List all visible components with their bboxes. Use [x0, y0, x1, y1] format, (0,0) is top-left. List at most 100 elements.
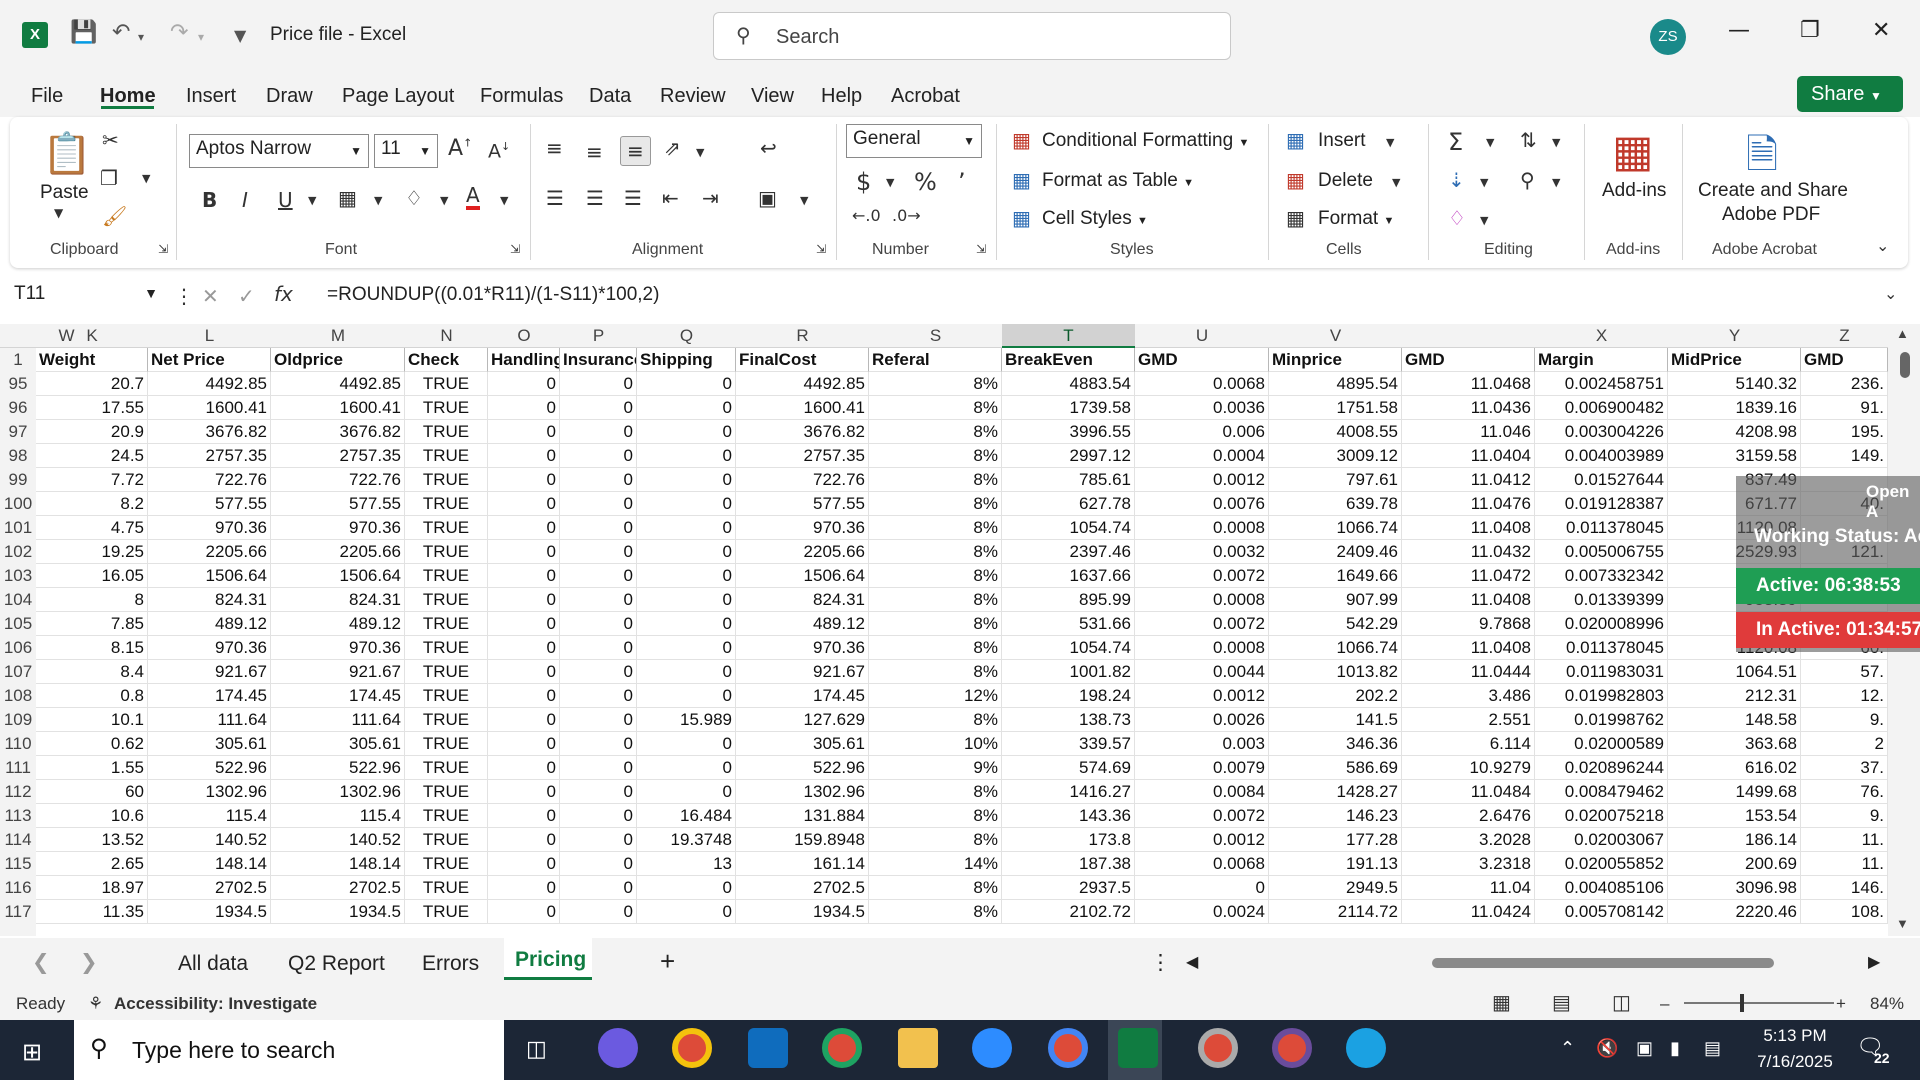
table-cell[interactable]: 1600.41	[271, 396, 405, 420]
table-cell[interactable]: 2702.5	[271, 876, 405, 900]
borders-dropdown-icon[interactable]: ▼	[374, 194, 382, 207]
percent-icon[interactable]: %	[914, 168, 937, 196]
table-cell[interactable]: 9.7868	[1402, 612, 1535, 636]
table-cell[interactable]: 0	[637, 516, 736, 540]
table-cell[interactable]: 1428.27	[1269, 780, 1402, 804]
table-cell[interactable]: 0	[637, 660, 736, 684]
row-header[interactable]: 114	[0, 828, 36, 852]
tab-home[interactable]: Home	[100, 85, 156, 108]
table-cell[interactable]: 11.0424	[1402, 900, 1535, 924]
table-cell[interactable]: 187.38	[1002, 852, 1135, 876]
table-cell[interactable]: 7.85	[36, 612, 148, 636]
table-cell[interactable]: 8	[36, 588, 148, 612]
customize-toolbar-icon[interactable]: ▼	[234, 26, 246, 45]
header-cell[interactable]: BreakEven	[1002, 348, 1135, 372]
table-cell[interactable]: 15.989	[637, 708, 736, 732]
table-cell[interactable]: 0	[488, 684, 560, 708]
table-cell[interactable]: 115.4	[271, 804, 405, 828]
table-cell[interactable]: 0.005006755	[1535, 540, 1668, 564]
table-cell[interactable]: 0	[560, 684, 637, 708]
table-cell[interactable]: TRUE	[405, 612, 488, 636]
table-cell[interactable]: 0.0012	[1135, 828, 1269, 852]
table-cell[interactable]: 4883.54	[1002, 372, 1135, 396]
table-cell[interactable]: TRUE	[405, 876, 488, 900]
decrease-indent-icon[interactable]: ⇤	[662, 186, 679, 210]
table-cell[interactable]: 0.0036	[1135, 396, 1269, 420]
table-cell[interactable]: 198.24	[1002, 684, 1135, 708]
table-cell[interactable]: 138.73	[1002, 708, 1135, 732]
header-cell[interactable]: MidPrice	[1668, 348, 1801, 372]
header-cell[interactable]: Weight	[36, 348, 148, 372]
tab-view[interactable]: View	[751, 85, 794, 108]
table-cell[interactable]: 8%	[869, 876, 1002, 900]
autosum-dropdown-icon[interactable]: ▼	[1486, 136, 1494, 149]
comma-style-icon[interactable]: ’	[958, 168, 966, 196]
outlook-icon[interactable]	[748, 1028, 788, 1068]
row-header[interactable]: 108	[0, 684, 36, 708]
format-cells-button[interactable]: Format ▼	[1318, 208, 1394, 230]
column-header-n[interactable]: N	[405, 324, 488, 348]
table-cell[interactable]: 3.2318	[1402, 852, 1535, 876]
table-cell[interactable]: 11.0408	[1402, 588, 1535, 612]
windows-start-icon[interactable]: ⊞	[22, 1038, 42, 1067]
network-icon[interactable]: ▤	[1704, 1038, 1721, 1059]
row-header[interactable]: 100	[0, 492, 36, 516]
table-cell[interactable]: 970.36	[271, 516, 405, 540]
table-cell[interactable]: 12.	[1801, 684, 1888, 708]
table-cell[interactable]: 57.	[1801, 660, 1888, 684]
table-cell[interactable]: 19.3748	[637, 828, 736, 852]
table-cell[interactable]: 1751.58	[1269, 396, 1402, 420]
table-cell[interactable]: TRUE	[405, 540, 488, 564]
table-cell[interactable]: 8%	[869, 564, 1002, 588]
table-cell[interactable]: 13.52	[36, 828, 148, 852]
table-cell[interactable]: 0	[637, 612, 736, 636]
accessibility-status[interactable]: Accessibility: Investigate	[114, 994, 317, 1014]
row-header[interactable]: 112	[0, 780, 36, 804]
table-cell[interactable]: 146.	[1801, 876, 1888, 900]
accessibility-icon[interactable]: ⚘	[88, 994, 103, 1014]
table-cell[interactable]: 4895.54	[1269, 372, 1402, 396]
table-cell[interactable]: 131.884	[736, 804, 869, 828]
delete-cells-button[interactable]: Delete	[1318, 170, 1373, 192]
table-cell[interactable]: 907.99	[1269, 588, 1402, 612]
merge-center-icon[interactable]: ▣	[758, 186, 777, 210]
table-cell[interactable]: 0.0072	[1135, 564, 1269, 588]
confirm-entry-icon[interactable]: ✓	[238, 284, 255, 308]
table-cell[interactable]: 1934.5	[148, 900, 271, 924]
table-cell[interactable]: 2102.72	[1002, 900, 1135, 924]
orientation-dropdown-icon[interactable]: ▼	[696, 146, 704, 159]
table-cell[interactable]: 0	[488, 516, 560, 540]
table-cell[interactable]: 0	[637, 396, 736, 420]
table-cell[interactable]: 9.	[1801, 804, 1888, 828]
chrome-alt-icon[interactable]	[1048, 1028, 1088, 1068]
table-cell[interactable]: 0	[488, 660, 560, 684]
table-cell[interactable]: 0.0008	[1135, 516, 1269, 540]
redo-icon[interactable]: ↷	[170, 20, 188, 45]
next-sheet-icon[interactable]: ❯	[80, 950, 98, 975]
battery-icon[interactable]: ▮	[1670, 1038, 1680, 1059]
fill-color-icon[interactable]: ♢	[405, 186, 423, 210]
table-cell[interactable]: 2757.35	[736, 444, 869, 468]
table-cell[interactable]: 153.54	[1668, 804, 1801, 828]
table-cell[interactable]: 3009.12	[1269, 444, 1402, 468]
table-cell[interactable]: 143.36	[1002, 804, 1135, 828]
table-cell[interactable]: 4208.98	[1668, 420, 1801, 444]
table-cell[interactable]: 186.14	[1668, 828, 1801, 852]
table-cell[interactable]: 489.12	[148, 612, 271, 636]
wrap-text-icon[interactable]: ↩	[760, 136, 777, 160]
excel-taskbar-icon[interactable]	[1118, 1028, 1158, 1068]
borders-icon[interactable]: ▦	[338, 186, 357, 210]
increase-indent-icon[interactable]: ⇥	[702, 186, 719, 210]
worksheet-grid[interactable]: Weight Net Price Oldprice Check Handling Insu…	[36, 348, 1888, 936]
table-cell[interactable]: 0	[1135, 876, 1269, 900]
table-cell[interactable]: 722.76	[148, 468, 271, 492]
tab-help[interactable]: Help	[821, 85, 862, 108]
table-cell[interactable]: 148.14	[148, 852, 271, 876]
align-center-icon[interactable]: ☰	[586, 186, 604, 210]
file-explorer-icon[interactable]	[898, 1028, 938, 1068]
table-cell[interactable]: TRUE	[405, 708, 488, 732]
table-cell[interactable]: 8.4	[36, 660, 148, 684]
table-cell[interactable]: 0	[560, 756, 637, 780]
table-cell[interactable]: TRUE	[405, 420, 488, 444]
table-cell[interactable]: 2.65	[36, 852, 148, 876]
